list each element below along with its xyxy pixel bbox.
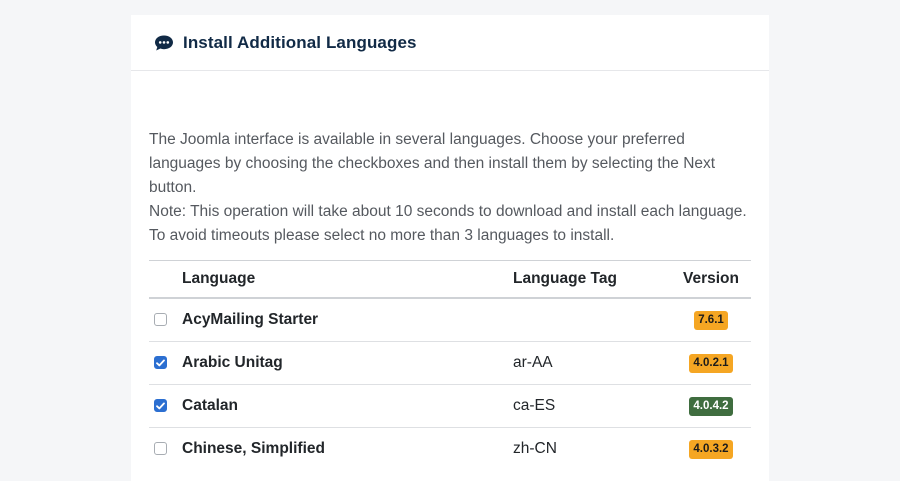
column-header-language-tag: Language Tag [513, 260, 671, 299]
language-tag: zh-CN [513, 440, 557, 457]
language-name: Chinese, Simplified [182, 440, 325, 457]
comment-dots-icon [154, 34, 174, 52]
version-badge: 4.0.2.1 [689, 354, 733, 373]
table-row: Chinese, Simplified zh-CN 4.0.3.2 [149, 428, 751, 471]
table-row: Catalan ca-ES 4.0.4.2 [149, 384, 751, 428]
language-name: AcyMailing Starter [182, 298, 513, 342]
language-checkbox[interactable] [154, 356, 167, 370]
card-header: Install Additional Languages [131, 15, 769, 71]
row-checkbox-cell [149, 341, 182, 385]
language-name: Arabic Unitag [182, 341, 513, 385]
table-header-row: Language Language Tag Version [149, 260, 751, 299]
version-cell: 4.0.3.2 [671, 428, 751, 471]
version-badge: 7.6.1 [694, 311, 728, 330]
language-tag [513, 298, 671, 342]
version-cell: 4.0.2.1 [671, 341, 751, 385]
column-header-language: Language [182, 260, 513, 299]
language-name: Catalan [182, 384, 513, 428]
row-checkbox-cell [149, 384, 182, 428]
version-cell: 7.6.1 [671, 298, 751, 342]
row-checkbox-cell [149, 428, 182, 471]
languages-table: Language Language Tag Version AcyMailing… [149, 260, 751, 470]
row-checkbox-cell [149, 298, 182, 342]
table-row: AcyMailing Starter 7.6.1 [149, 298, 751, 342]
description-text: The Joomla interface is available in sev… [149, 131, 716, 196]
language-tag: ca-ES [513, 384, 671, 428]
description-note: Note: This operation will take about 10 … [149, 203, 747, 244]
table-row: Arabic Unitag ar-AA 4.0.2.1 [149, 341, 751, 385]
install-languages-card: Install Additional Languages The Joomla … [131, 15, 769, 481]
language-tag: ar-AA [513, 341, 671, 385]
language-checkbox[interactable] [154, 399, 167, 413]
version-badge: 4.0.3.2 [689, 440, 733, 459]
description: The Joomla interface is available in sev… [149, 128, 759, 248]
column-header-version: Version [671, 260, 751, 299]
version-badge: 4.0.4.2 [689, 397, 733, 416]
card-title: Install Additional Languages [183, 32, 417, 52]
language-checkbox[interactable] [154, 313, 167, 327]
language-checkbox[interactable] [154, 442, 167, 456]
version-cell: 4.0.4.2 [671, 384, 751, 428]
header-check-cell [149, 260, 182, 299]
